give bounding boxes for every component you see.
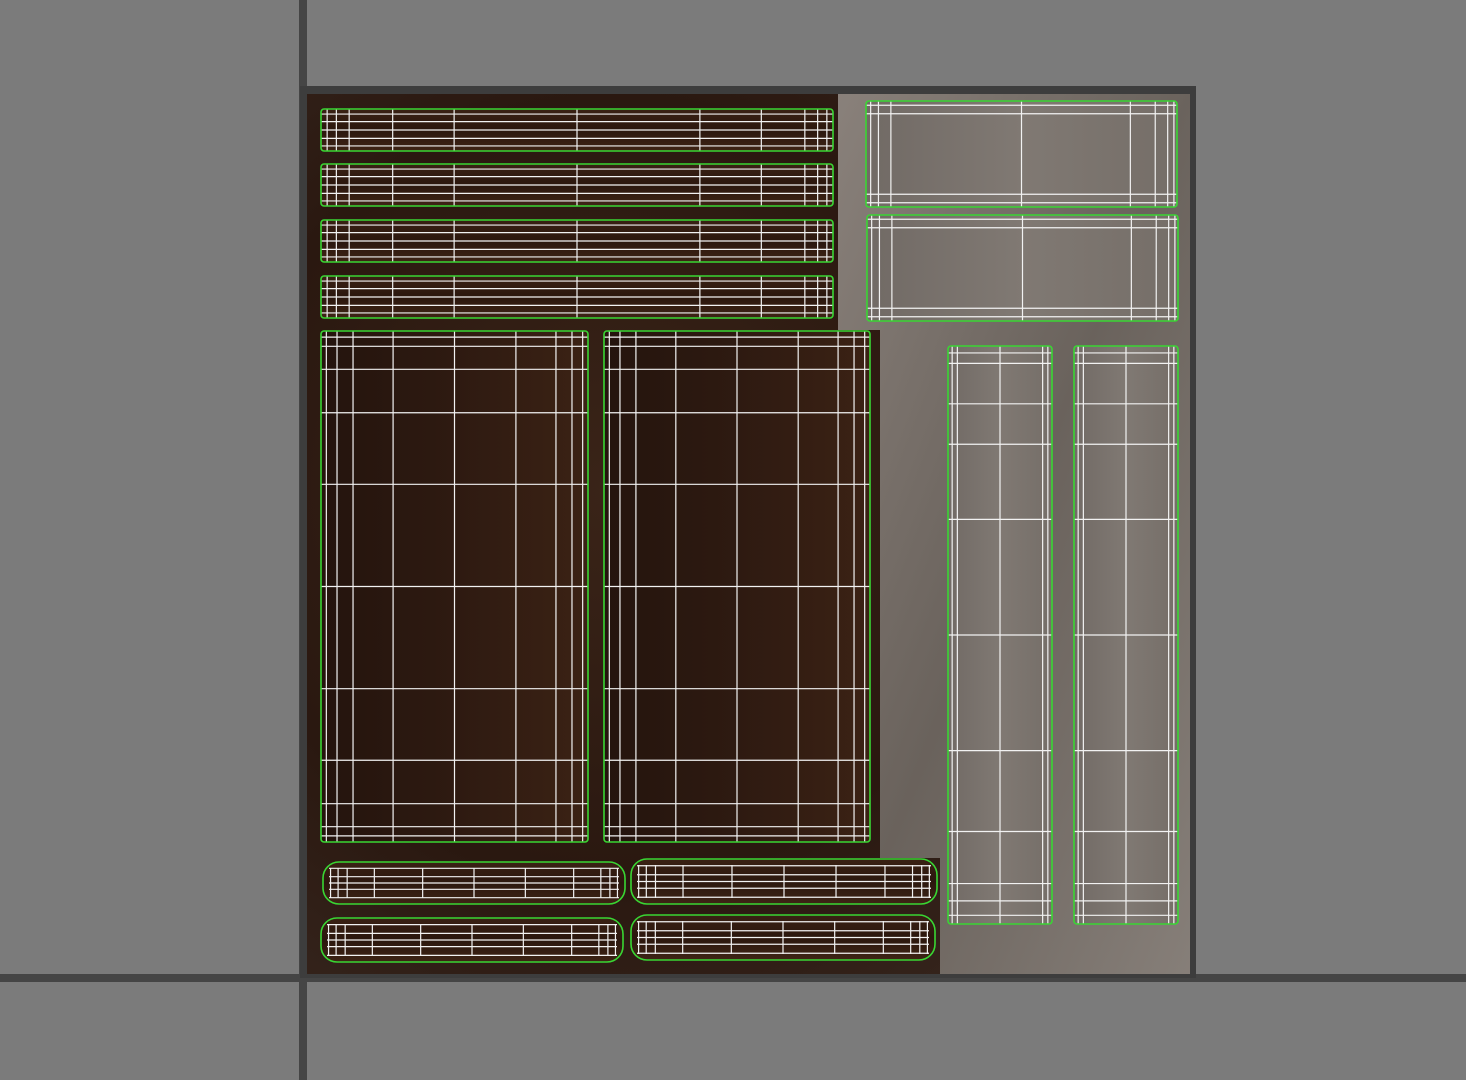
handle-3-shell[interactable] [320,917,624,963]
panel-right-shell[interactable] [603,330,871,843]
column-right-shell[interactable] [1073,345,1179,925]
slab-top-2-shell[interactable] [866,214,1179,322]
slab-top-1-shell[interactable] [865,100,1178,208]
plank-2-shell[interactable] [320,163,834,207]
plank-4-shell[interactable] [320,275,834,319]
uv-layout-canvas[interactable] [0,0,1466,1080]
handle-1-shell[interactable] [322,861,626,905]
handle-2-shell[interactable] [630,858,938,905]
panel-left-shell[interactable] [320,330,589,843]
handle-4-shell[interactable] [630,914,936,961]
plank-1-shell[interactable] [320,108,834,152]
plank-3-shell[interactable] [320,219,834,263]
uv-editor-viewport[interactable] [0,0,1466,1080]
column-left-shell[interactable] [947,345,1053,925]
